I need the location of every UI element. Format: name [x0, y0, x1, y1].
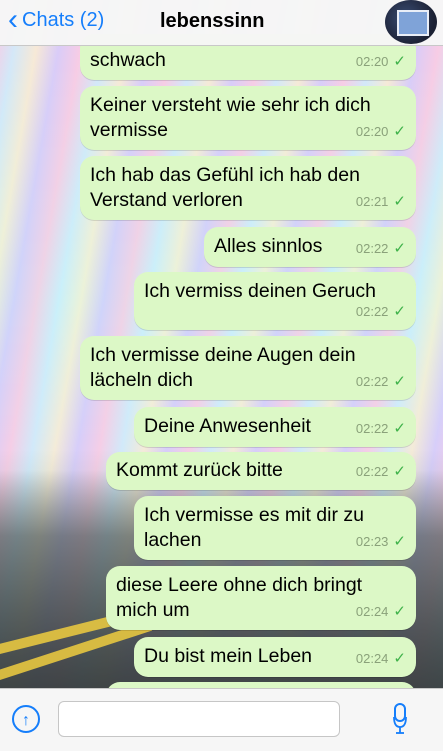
check-icon: ✓	[393, 303, 406, 320]
contact-avatar[interactable]	[385, 0, 437, 44]
message-meta: 02:21 ✓	[356, 189, 406, 214]
message-time: 02:22	[355, 464, 389, 479]
message-meta: 02:23 ✓	[356, 529, 406, 554]
message-bubble[interactable]: Ich vermiss deinen Geruch 02:22 ✓	[134, 272, 416, 330]
message-meta: 02:22 ✓	[356, 236, 406, 261]
message-bubble[interactable]: Keiner versteht wie sehr ich dich vermis…	[80, 86, 416, 150]
back-button[interactable]: ‹ Chats (2)	[8, 3, 105, 36]
message-input-bar: ↑	[0, 688, 443, 751]
navigation-bar: ‹ Chats (2) lebenssinn	[0, 0, 443, 46]
message-meta: 02:22 ✓	[356, 299, 406, 324]
message-time: 02:24	[355, 651, 389, 666]
message-text: Du bist mein Leben	[144, 645, 313, 667]
check-icon: ✓	[393, 193, 406, 210]
check-icon: ✓	[393, 533, 406, 550]
chevron-left-icon: ‹	[8, 3, 18, 36]
message-meta: 02:24 ✓	[356, 599, 406, 624]
message-time: 02:22	[355, 241, 389, 256]
message-bubble[interactable]: Alles sinnlos 02:22 ✓	[204, 227, 416, 267]
message-meta: 02:24 ✓	[356, 646, 406, 671]
message-meta: 02:20 ✓	[356, 119, 406, 144]
message-time: 02:24	[355, 604, 389, 619]
message-time: 02:20	[355, 124, 389, 139]
message-bubble[interactable]: Du bist mein Leben 02:24 ✓	[134, 637, 416, 677]
message-time: 02:21	[355, 194, 389, 209]
back-label: Chats (2)	[22, 8, 105, 31]
message-meta: 02:22 ✓	[356, 416, 406, 441]
check-icon: ✓	[393, 123, 406, 140]
message-time: 02:22	[355, 304, 389, 319]
message-time: 02:22	[355, 374, 389, 389]
message-text: Alles sinnlos	[214, 235, 323, 257]
check-icon: ✓	[393, 53, 406, 70]
check-icon: ✓	[393, 463, 406, 480]
microphone-icon[interactable]	[393, 703, 407, 735]
check-icon: ✓	[393, 373, 406, 390]
message-bubble[interactable]: Deine Anwesenheit 02:22 ✓	[134, 407, 416, 447]
check-icon: ✓	[393, 650, 406, 667]
avatar-image	[397, 10, 429, 36]
message-bubble[interactable]: Kommt zurück bitte 02:22 ✓	[106, 452, 416, 490]
message-time: 02:22	[355, 421, 389, 436]
message-text: Deine Anwesenheit	[144, 415, 311, 437]
check-icon: ✓	[393, 240, 406, 257]
message-bubble[interactable]: diese Leere ohne dich bringt mich um 02:…	[106, 566, 416, 630]
check-icon: ✓	[393, 420, 406, 437]
message-time: 02:23	[355, 534, 389, 549]
message-bubble[interactable]: Ich vermisse es mit dir zu lachen 02:23 …	[134, 496, 416, 560]
message-text: schwach	[90, 49, 166, 71]
message-meta: 02:22 ✓	[356, 369, 406, 394]
message-bubble[interactable]: Ich vermisse deine Augen dein lächeln di…	[80, 336, 416, 400]
message-time: 02:20	[355, 54, 389, 69]
check-icon: ✓	[393, 603, 406, 620]
message-text: Ich vermiss deinen Geruch	[144, 280, 376, 302]
message-meta: 02:22 ✓	[356, 459, 406, 484]
message-meta: 02:20 ✓	[356, 49, 406, 74]
message-input[interactable]	[58, 701, 340, 737]
upload-arrow-icon[interactable]: ↑	[12, 705, 40, 733]
message-bubble[interactable]: Ich hab das Gefühl ich hab den Verstand …	[80, 156, 416, 220]
message-text: Kommt zurück bitte	[116, 459, 283, 481]
contact-name[interactable]: lebenssinn	[160, 10, 264, 33]
